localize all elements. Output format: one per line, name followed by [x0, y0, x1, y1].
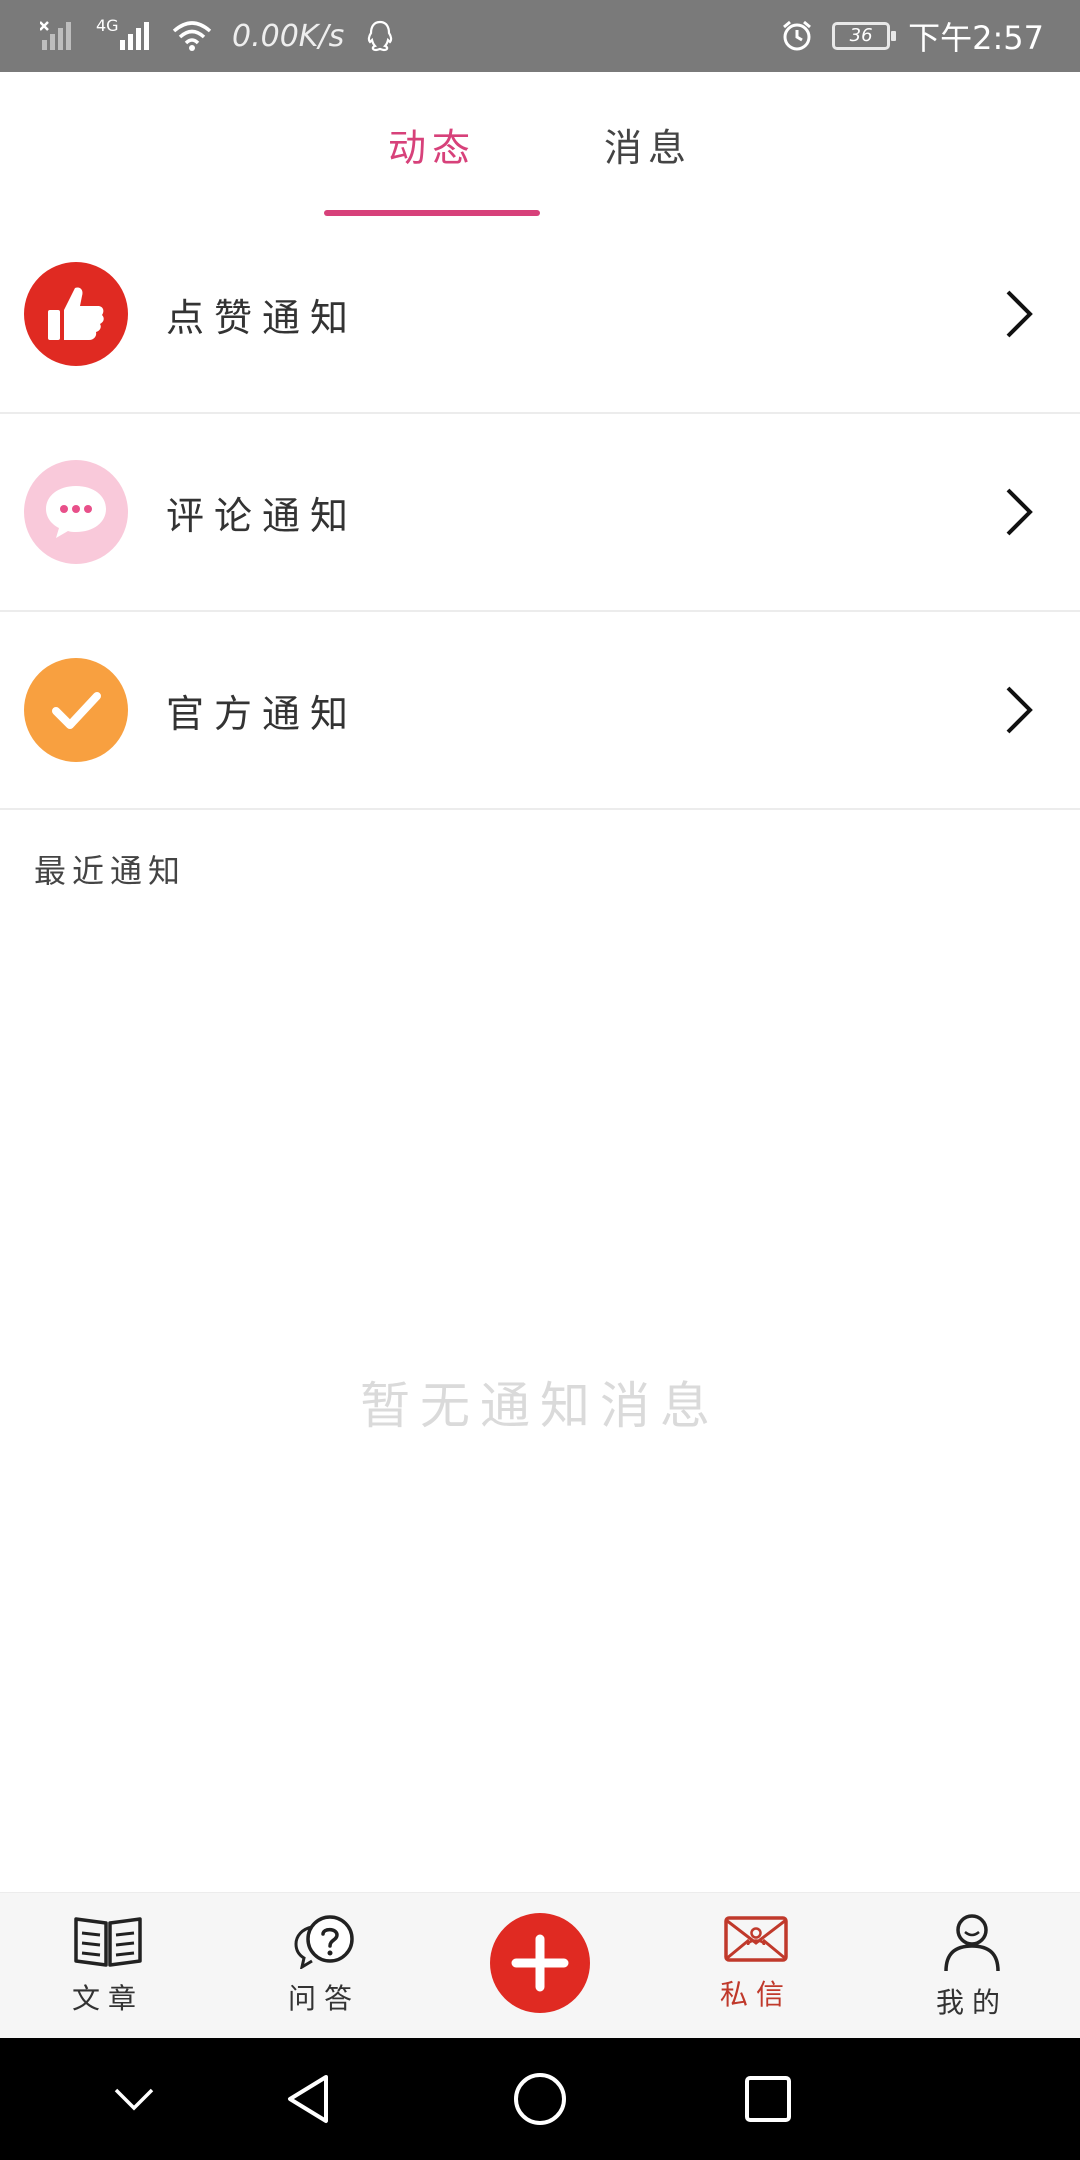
- wifi-icon: [172, 21, 212, 51]
- status-bar-left: 4G 0.00K/s: [40, 0, 396, 72]
- qq-icon: [368, 20, 393, 52]
- add-icon: [511, 1934, 569, 1992]
- chevron-down-icon: [114, 2088, 154, 2111]
- bottom-nav: 文章 问答 私信 我的: [0, 1892, 1080, 2038]
- empty-state-text: 暂无通知消息: [360, 1377, 720, 1435]
- comment-notification-label: 评论通知: [166, 493, 359, 538]
- official-notification-label: 官方通知: [166, 691, 359, 736]
- hide-nav-button[interactable]: [74, 2038, 194, 2160]
- nav-profile[interactable]: 我的: [892, 1893, 1052, 2039]
- status-bar-right: 36 下午2:57: [780, 0, 1044, 72]
- book-icon: [74, 1917, 142, 1967]
- profile-icon: [944, 1914, 1000, 1972]
- home-button[interactable]: [480, 2038, 600, 2160]
- nav-private-messages-label: 私信: [719, 1978, 792, 2011]
- back-triangle-icon: [288, 2075, 328, 2123]
- signal-icon: [40, 21, 71, 50]
- chevron-right-icon: [1006, 686, 1033, 734]
- system-nav-bar: [0, 2038, 1080, 2160]
- like-notification-row[interactable]: 点赞通知: [0, 216, 1080, 414]
- like-notification-label: 点赞通知: [166, 295, 359, 340]
- clock: 下午2:57: [908, 19, 1044, 57]
- recents-button[interactable]: [708, 2038, 828, 2160]
- back-button[interactable]: [248, 2038, 368, 2160]
- official-notification-row[interactable]: 官方通知: [0, 612, 1080, 810]
- nav-articles-label: 文章: [71, 1982, 144, 2015]
- mail-icon: [724, 1916, 788, 1962]
- battery-level: 36: [849, 25, 873, 46]
- cellular-4g-icon: 4G: [96, 16, 152, 52]
- alarm-icon: [783, 20, 812, 51]
- tab-dynamic[interactable]: 动态: [324, 72, 540, 216]
- thumbs-up-icon: [24, 262, 128, 366]
- recents-square-icon: [745, 2076, 791, 2122]
- chevron-right-icon: [1006, 488, 1033, 536]
- status-bar: 4G 0.00K/s 36 下午2:57: [0, 0, 1080, 72]
- tab-message[interactable]: 消息: [540, 72, 756, 216]
- nav-private-messages[interactable]: 私信: [676, 1893, 836, 2039]
- checkmark-icon: [24, 658, 128, 762]
- recent-notifications-title: 最近通知: [34, 852, 187, 890]
- nav-profile-label: 我的: [935, 1986, 1008, 2019]
- top-tabs: 动态 消息: [0, 72, 1080, 216]
- home-circle-icon: [514, 2073, 566, 2125]
- chevron-right-icon: [1006, 290, 1033, 338]
- network-type-label: 4G: [96, 16, 119, 35]
- comment-icon: [24, 460, 128, 564]
- add-post-button[interactable]: [490, 1913, 590, 2013]
- question-icon: [294, 1915, 354, 1969]
- nav-articles[interactable]: 文章: [28, 1893, 188, 2039]
- network-speed: 0.00K/s: [232, 18, 345, 54]
- nav-qa[interactable]: 问答: [244, 1893, 404, 2039]
- nav-qa-label: 问答: [287, 1982, 360, 2015]
- battery-icon: 36: [832, 22, 897, 50]
- comment-notification-row[interactable]: 评论通知: [0, 414, 1080, 612]
